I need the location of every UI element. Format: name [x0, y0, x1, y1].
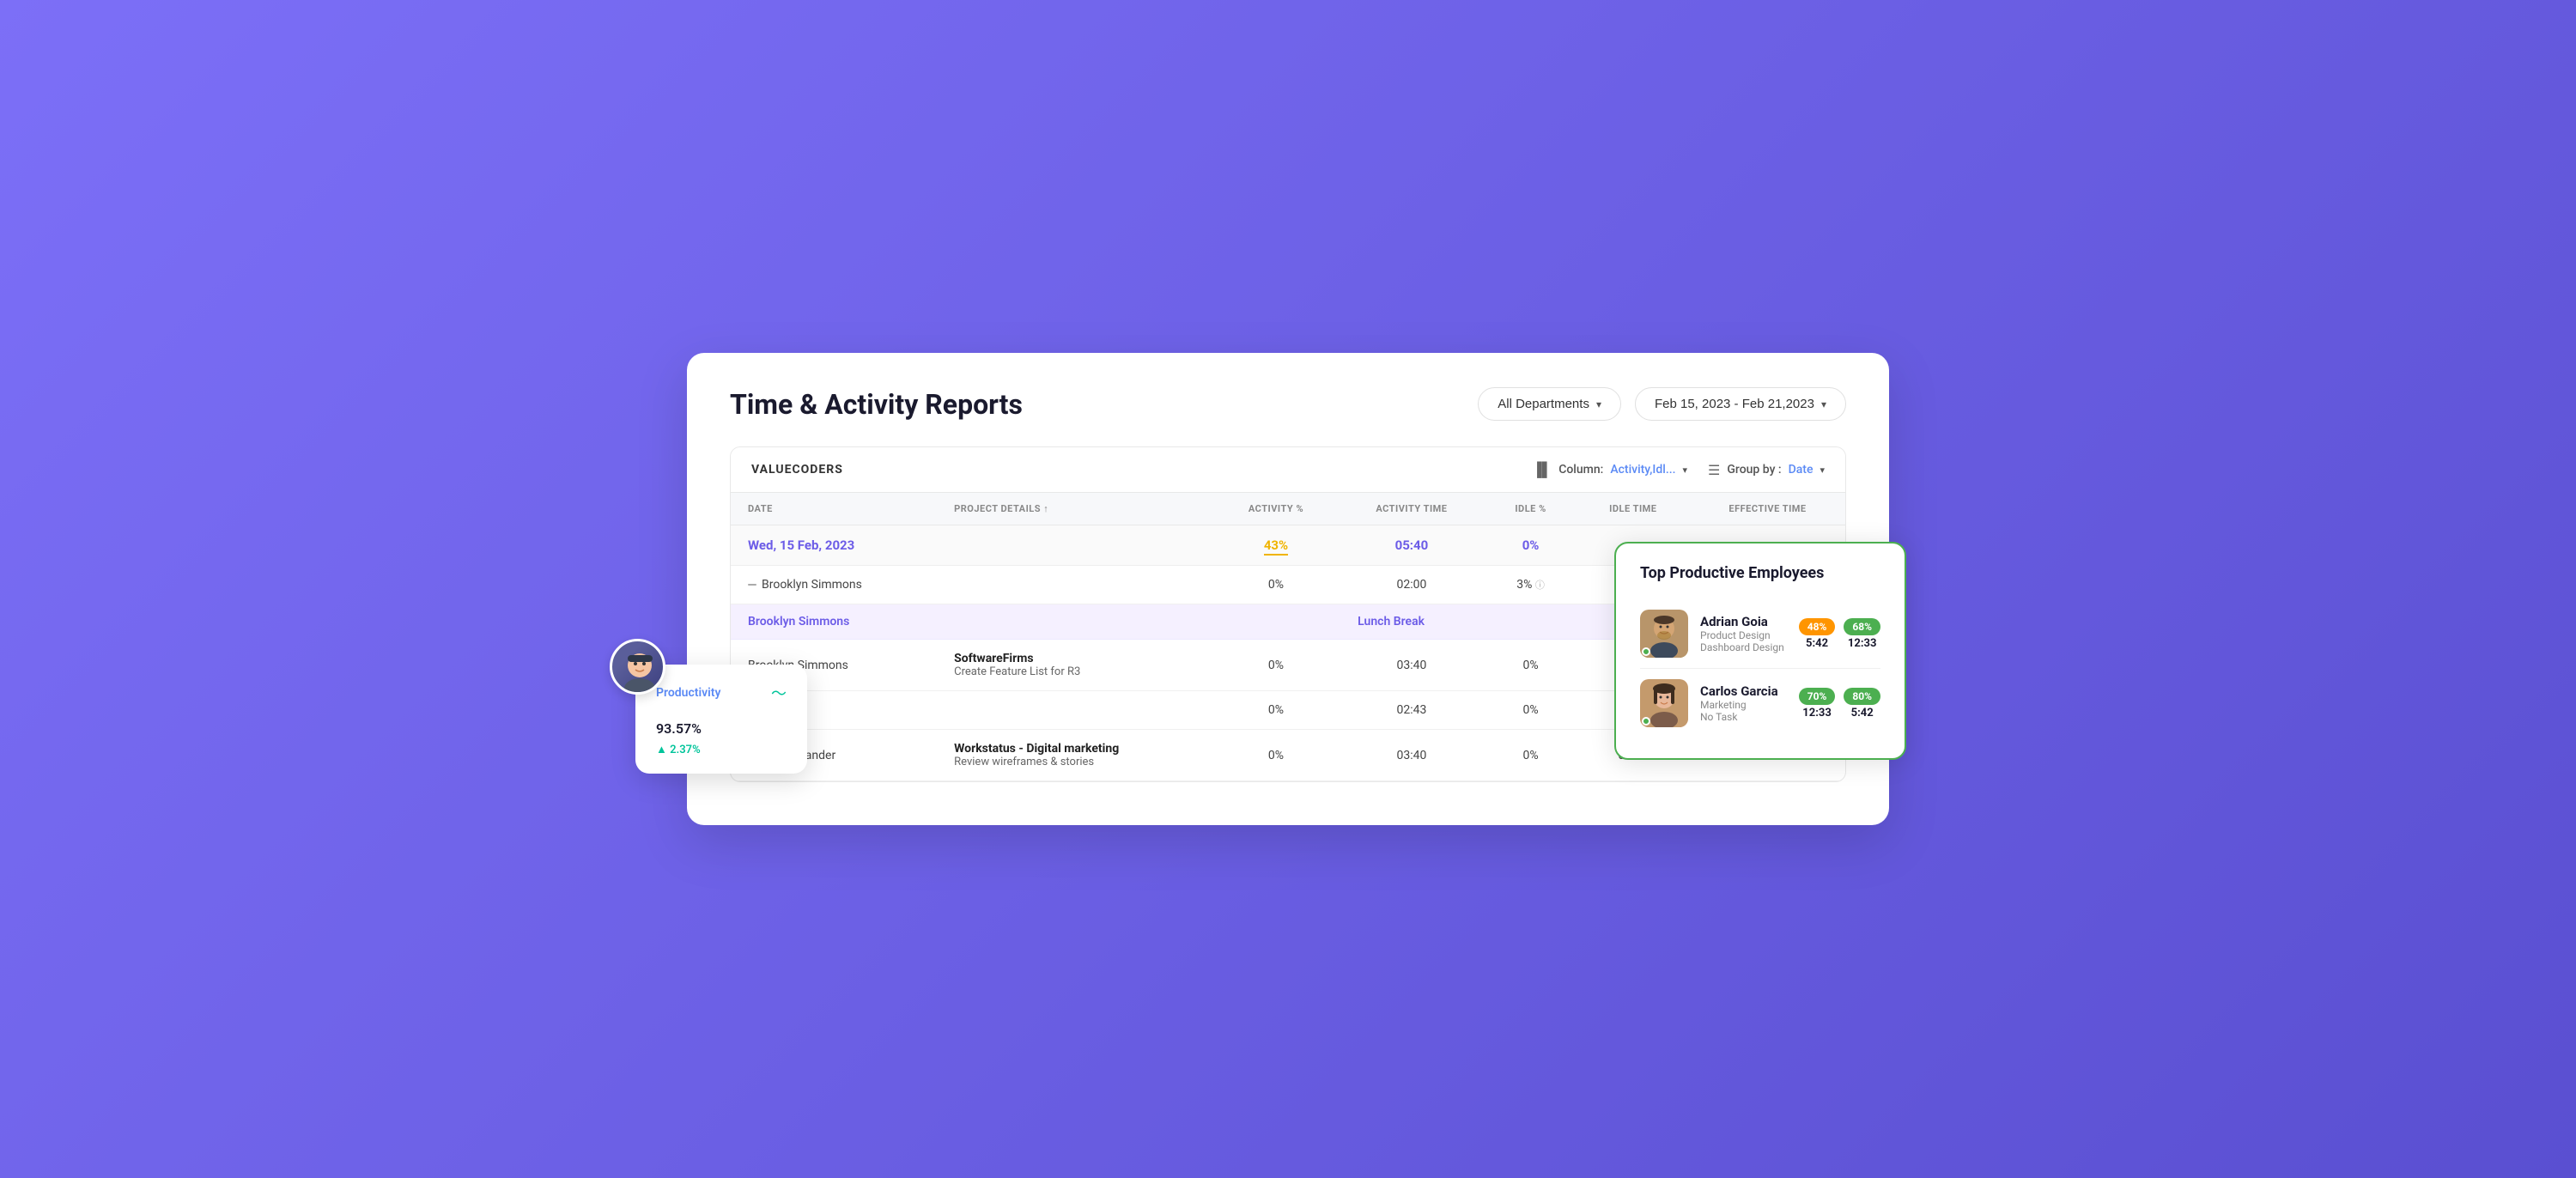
activity-badge: 48%	[1799, 618, 1836, 635]
activity-badge: 70%	[1799, 688, 1836, 705]
employee-entry: Carlos Garcia Marketing No Task 70% 12:3…	[1640, 669, 1880, 738]
avatar	[610, 639, 665, 695]
row-activity-time: 02:00	[1338, 566, 1485, 604]
table-toolbar: VALUECODERS ▐▌ Column: Activity,Idl... ▾…	[731, 447, 1845, 493]
group-by-icon: ☰	[1708, 462, 1720, 478]
row-activity-pct: 0%	[1214, 730, 1339, 781]
row-project	[937, 691, 1213, 730]
company-name: VALUECODERS	[751, 463, 843, 477]
th-date: DATE	[731, 493, 937, 525]
employee-entry: Adrian Goia Product Design Dashboard Des…	[1640, 599, 1880, 669]
column-selector: ▐▌ Column: Activity,Idl... ▾	[1533, 461, 1688, 478]
employee-task: Dashboard Design	[1700, 641, 1787, 653]
top-employees-popup: Top Productive Employees	[1614, 542, 1906, 760]
employee-stats: 48% 5:42 68% 12:33	[1799, 618, 1880, 650]
activity-time: 5:42	[1806, 637, 1828, 650]
row-idle-pct: 0%	[1485, 730, 1576, 781]
stat-pill-1: 70% 12:33	[1799, 688, 1836, 720]
department-dropdown[interactable]: All Departments ▾	[1478, 387, 1621, 421]
stat-pill-2: 68% 12:33	[1844, 618, 1880, 650]
employee-role: Product Design	[1700, 629, 1787, 641]
chevron-down-icon: ▾	[1820, 465, 1825, 476]
row-activity-pct: 0%	[1214, 566, 1339, 604]
activity-time: 12:33	[1802, 707, 1832, 720]
header: Time & Activity Reports All Departments …	[730, 387, 1846, 421]
group-by-label: Group by :	[1727, 463, 1781, 477]
main-card: Time & Activity Reports All Departments …	[687, 353, 1889, 825]
row-activity-time: 03:40	[1338, 730, 1485, 781]
trend-icon: 〜	[771, 682, 787, 704]
stat-pill-2: 80% 5:42	[1844, 688, 1880, 720]
employee-info: Adrian Goia Product Design Dashboard Des…	[1700, 614, 1787, 653]
row-idle-pct: 3% ⓘ	[1485, 566, 1576, 604]
row-project: SoftwareFirms Create Feature List for R3	[937, 640, 1213, 691]
employee-name: Carlos Garcia	[1700, 683, 1787, 699]
th-idle-pct: IDLE %	[1485, 493, 1576, 525]
th-effective-time: EFFECTIVE TIME	[1690, 493, 1845, 525]
employee-name: Adrian Goia	[1700, 614, 1787, 629]
dash-icon	[748, 584, 756, 586]
table-head: DATE PROJECT DETAILS ↑ ACTIVITY % ACTIVI…	[731, 493, 1845, 525]
productivity-change: 2.37%	[656, 743, 787, 756]
header-controls: All Departments ▾ Feb 15, 2023 - Feb 21,…	[1478, 387, 1846, 421]
th-activity-time: ACTIVITY TIME	[1338, 493, 1485, 525]
chevron-down-icon: ▾	[1821, 398, 1826, 410]
row-project: Workstatus - Digital marketing Review wi…	[937, 730, 1213, 781]
header-row: DATE PROJECT DETAILS ↑ ACTIVITY % ACTIVI…	[731, 493, 1845, 525]
employee-stats: 70% 12:33 80% 5:42	[1799, 688, 1880, 720]
productivity-label: Productivity	[656, 686, 720, 700]
group-by-value[interactable]: Date	[1789, 463, 1814, 477]
effective-badge: 68%	[1844, 618, 1880, 635]
group-activity-pct: 43%	[1214, 525, 1339, 566]
row-idle-pct: 0%	[1485, 640, 1576, 691]
employee-info: Carlos Garcia Marketing No Task	[1700, 683, 1787, 723]
employee-task: No Task	[1700, 711, 1787, 723]
column-icon: ▐▌	[1533, 461, 1552, 478]
column-value[interactable]: Activity,Idl...	[1610, 463, 1675, 477]
employee-avatar	[1640, 679, 1688, 727]
employee-avatar	[1640, 610, 1688, 658]
th-idle-time: IDLE TIME	[1577, 493, 1690, 525]
productivity-widget: Productivity 〜 93.57% 2.37%	[635, 665, 807, 774]
row-name: Brooklyn Simmons	[731, 566, 937, 604]
toolbar-right: ▐▌ Column: Activity,Idl... ▾ ☰ Group by …	[1533, 461, 1825, 478]
page-title: Time & Activity Reports	[730, 388, 1023, 421]
column-label: Column:	[1558, 463, 1603, 477]
online-dot	[1642, 717, 1650, 726]
th-activity-pct: ACTIVITY %	[1214, 493, 1339, 525]
row-activity-pct: 0%	[1214, 640, 1339, 691]
effective-time: 12:33	[1848, 637, 1877, 650]
group-by-selector: ☰ Group by : Date ▾	[1708, 462, 1825, 478]
chevron-down-icon: ▾	[1683, 465, 1688, 476]
row-activity-time: 02:43	[1338, 691, 1485, 730]
row-activity-pct: 0%	[1214, 691, 1339, 730]
row-idle-pct: 0%	[1485, 691, 1576, 730]
employee-role: Marketing	[1700, 699, 1787, 711]
effective-time: 5:42	[1851, 707, 1874, 720]
row-project	[937, 566, 1213, 604]
popup-title: Top Productive Employees	[1640, 564, 1880, 582]
lunch-name: Brooklyn Simmons	[731, 604, 937, 640]
effective-badge: 80%	[1844, 688, 1880, 705]
date-group-cell: Wed, 15 Feb, 2023	[731, 525, 1214, 566]
online-dot	[1642, 647, 1650, 656]
group-activity-time: 05:40	[1338, 525, 1485, 566]
stat-pill-1: 48% 5:42	[1799, 618, 1836, 650]
th-project: PROJECT DETAILS ↑	[937, 493, 1213, 525]
productivity-value: 93.57%	[656, 711, 702, 739]
row-activity-time: 03:40	[1338, 640, 1485, 691]
group-idle-pct: 0%	[1485, 525, 1576, 566]
productivity-header: Productivity 〜	[656, 682, 787, 704]
date-range-dropdown[interactable]: Feb 15, 2023 - Feb 21,2023 ▾	[1635, 387, 1846, 421]
chevron-down-icon: ▾	[1596, 398, 1601, 410]
